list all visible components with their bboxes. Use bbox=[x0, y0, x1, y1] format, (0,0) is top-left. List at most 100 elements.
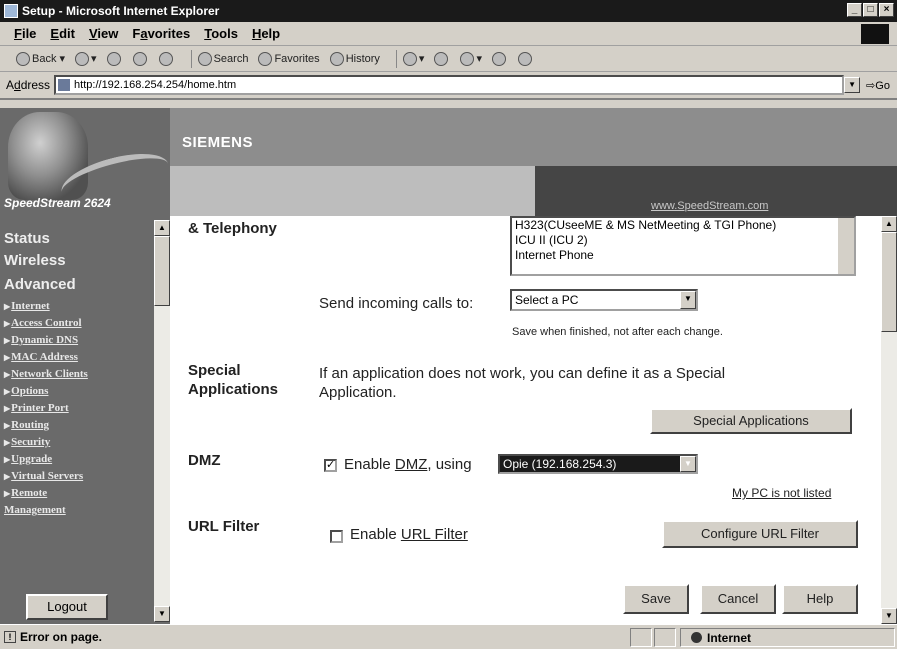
url-filter-link[interactable]: URL Filter bbox=[401, 526, 468, 543]
warning-icon[interactable]: ! bbox=[4, 631, 16, 643]
favorites-button[interactable]: Favorites bbox=[258, 51, 320, 66]
special-apps-label-1: Special bbox=[188, 362, 241, 379]
nav-access-control[interactable]: ▶Access Control bbox=[4, 317, 82, 329]
menu-favorites[interactable]: Favorites bbox=[132, 26, 190, 41]
nav-routing[interactable]: ▶Routing bbox=[4, 419, 49, 431]
list-item[interactable]: Internet Phone bbox=[515, 248, 854, 263]
nav-internet[interactable]: ▶Internet bbox=[4, 300, 50, 312]
save-button[interactable]: Save bbox=[623, 584, 689, 614]
chevron-down-icon[interactable]: ▼ bbox=[680, 291, 696, 309]
nav-wireless[interactable]: Wireless bbox=[4, 252, 66, 269]
status-panel bbox=[630, 628, 652, 647]
list-item[interactable]: ICU II (ICU 2) bbox=[515, 233, 854, 248]
stop-button[interactable] bbox=[106, 51, 123, 66]
edit-button[interactable]: ▾ bbox=[460, 51, 482, 66]
menu-help[interactable]: Help bbox=[252, 26, 280, 41]
messenger-button[interactable] bbox=[517, 51, 534, 66]
history-button[interactable]: History bbox=[329, 51, 380, 66]
stop-icon bbox=[106, 51, 121, 66]
list-item[interactable]: H323(CUseeME & MS NetMeeting & TGI Phone… bbox=[515, 218, 854, 233]
dmz-pc-select[interactable]: Opie (192.168.254.3) ▼ bbox=[498, 454, 698, 474]
address-input[interactable]: http://192.168.254.254/home.htm bbox=[54, 75, 845, 95]
scroll-up-icon[interactable]: ▲ bbox=[154, 220, 170, 236]
nav-network-clients[interactable]: ▶Network Clients bbox=[4, 368, 88, 380]
discuss-button[interactable] bbox=[491, 51, 508, 66]
edit-icon bbox=[460, 51, 475, 66]
cancel-button[interactable]: Cancel bbox=[700, 584, 776, 614]
nav-advanced[interactable]: Advanced bbox=[4, 276, 76, 293]
header-banner: SIEMENS bbox=[170, 108, 897, 166]
home-icon bbox=[158, 51, 173, 66]
triangle-icon: ▶ bbox=[4, 489, 11, 498]
forward-button[interactable]: ▾ bbox=[75, 51, 97, 66]
discuss-icon bbox=[491, 51, 506, 66]
nav-mac-address[interactable]: ▶MAC Address bbox=[4, 351, 78, 363]
print-icon bbox=[434, 51, 449, 66]
special-apps-desc-1: If an application does not work, you can… bbox=[319, 365, 726, 382]
home-button[interactable] bbox=[158, 51, 175, 66]
sidebar-nav: Status Wireless Advanced ▶Internet ▶Acce… bbox=[0, 216, 170, 624]
status-message[interactable]: Error on page. bbox=[20, 630, 102, 644]
window-controls: _ □ × bbox=[847, 3, 894, 17]
nav-remote-management-line2[interactable]: Management bbox=[4, 504, 66, 516]
product-name: SpeedStream 2624 bbox=[4, 196, 111, 210]
print-button[interactable] bbox=[434, 51, 450, 66]
triangle-icon: ▶ bbox=[4, 302, 11, 311]
configure-url-filter-button[interactable]: Configure URL Filter bbox=[662, 520, 858, 548]
minimize-button[interactable]: _ bbox=[847, 3, 862, 17]
toolbar: Back ▾ ▾ Search Favorites History ▾ ▾ bbox=[0, 46, 897, 72]
menu-tools[interactable]: Tools bbox=[204, 26, 238, 41]
search-button[interactable]: Search bbox=[197, 51, 248, 66]
header-link-strip: www.SpeedStream.com bbox=[535, 166, 897, 216]
main-scrollbar[interactable]: ▲ ▼ bbox=[881, 216, 897, 624]
menu-bar: File Edit View Favorites Tools Help bbox=[0, 22, 897, 46]
special-apps-label-2: Applications bbox=[188, 381, 279, 398]
address-dropdown-button[interactable]: ▼ bbox=[844, 77, 861, 93]
nav-options[interactable]: ▶Options bbox=[4, 385, 48, 397]
nav-dynamic-dns[interactable]: ▶Dynamic DNS bbox=[4, 334, 78, 346]
sidebar-scrollbar[interactable]: ▲ ▼ bbox=[154, 220, 170, 622]
send-calls-select[interactable]: Select a PC ▼ bbox=[510, 289, 698, 311]
refresh-icon bbox=[132, 51, 147, 66]
chevron-down-icon[interactable]: ▼ bbox=[680, 456, 696, 472]
mail-button[interactable]: ▾ bbox=[402, 51, 424, 66]
scroll-thumb[interactable] bbox=[154, 236, 170, 306]
go-button[interactable]: ⇨Go bbox=[866, 79, 890, 92]
search-icon bbox=[197, 51, 212, 66]
window-title-bar: Setup - Microsoft Internet Explorer _ □ … bbox=[0, 0, 897, 22]
scroll-track[interactable] bbox=[154, 306, 170, 606]
url-filter-enable-text: Enable URL Filter bbox=[350, 526, 468, 543]
special-applications-button[interactable]: Special Applications bbox=[650, 408, 852, 434]
scroll-down-icon[interactable]: ▼ bbox=[881, 608, 897, 624]
close-button[interactable]: × bbox=[879, 3, 894, 17]
dmz-link[interactable]: DMZ bbox=[395, 456, 428, 473]
maximize-button[interactable]: □ bbox=[863, 3, 878, 17]
menu-file[interactable]: File bbox=[14, 26, 36, 41]
nav-status[interactable]: Status bbox=[4, 230, 50, 247]
scroll-track[interactable] bbox=[881, 332, 897, 608]
triangle-icon: ▶ bbox=[4, 455, 11, 464]
my-pc-not-listed-link[interactable]: My PC is not listed bbox=[732, 486, 831, 500]
product-banner-image: SpeedStream 2624 bbox=[0, 108, 170, 216]
nav-security[interactable]: ▶Security bbox=[4, 436, 50, 448]
refresh-button[interactable] bbox=[132, 51, 149, 66]
menu-edit[interactable]: Edit bbox=[50, 26, 75, 41]
dmz-checkbox[interactable]: ✓ bbox=[324, 459, 337, 472]
scroll-down-icon[interactable]: ▼ bbox=[154, 606, 170, 622]
listbox-scrollbar[interactable] bbox=[838, 218, 854, 274]
help-button[interactable]: Help bbox=[782, 584, 858, 614]
logout-button[interactable]: Logout bbox=[26, 594, 108, 620]
nav-virtual-servers[interactable]: ▶Virtual Servers bbox=[4, 470, 83, 482]
nav-upgrade[interactable]: ▶Upgrade bbox=[4, 453, 52, 465]
nav-printer-port[interactable]: ▶Printer Port bbox=[4, 402, 69, 414]
back-button[interactable]: Back ▾ bbox=[16, 51, 65, 66]
scroll-thumb[interactable] bbox=[881, 232, 897, 332]
scroll-up-icon[interactable]: ▲ bbox=[881, 216, 897, 232]
toolbar-separator bbox=[395, 49, 397, 68]
url-filter-checkbox[interactable] bbox=[330, 530, 343, 543]
application-listbox[interactable]: H323(CUseeME & MS NetMeeting & TGI Phone… bbox=[510, 216, 856, 276]
menu-view[interactable]: View bbox=[89, 26, 118, 41]
triangle-icon: ▶ bbox=[4, 319, 11, 328]
nav-remote-management[interactable]: ▶Remote bbox=[4, 487, 47, 499]
speedstream-link[interactable]: www.SpeedStream.com bbox=[651, 200, 768, 212]
